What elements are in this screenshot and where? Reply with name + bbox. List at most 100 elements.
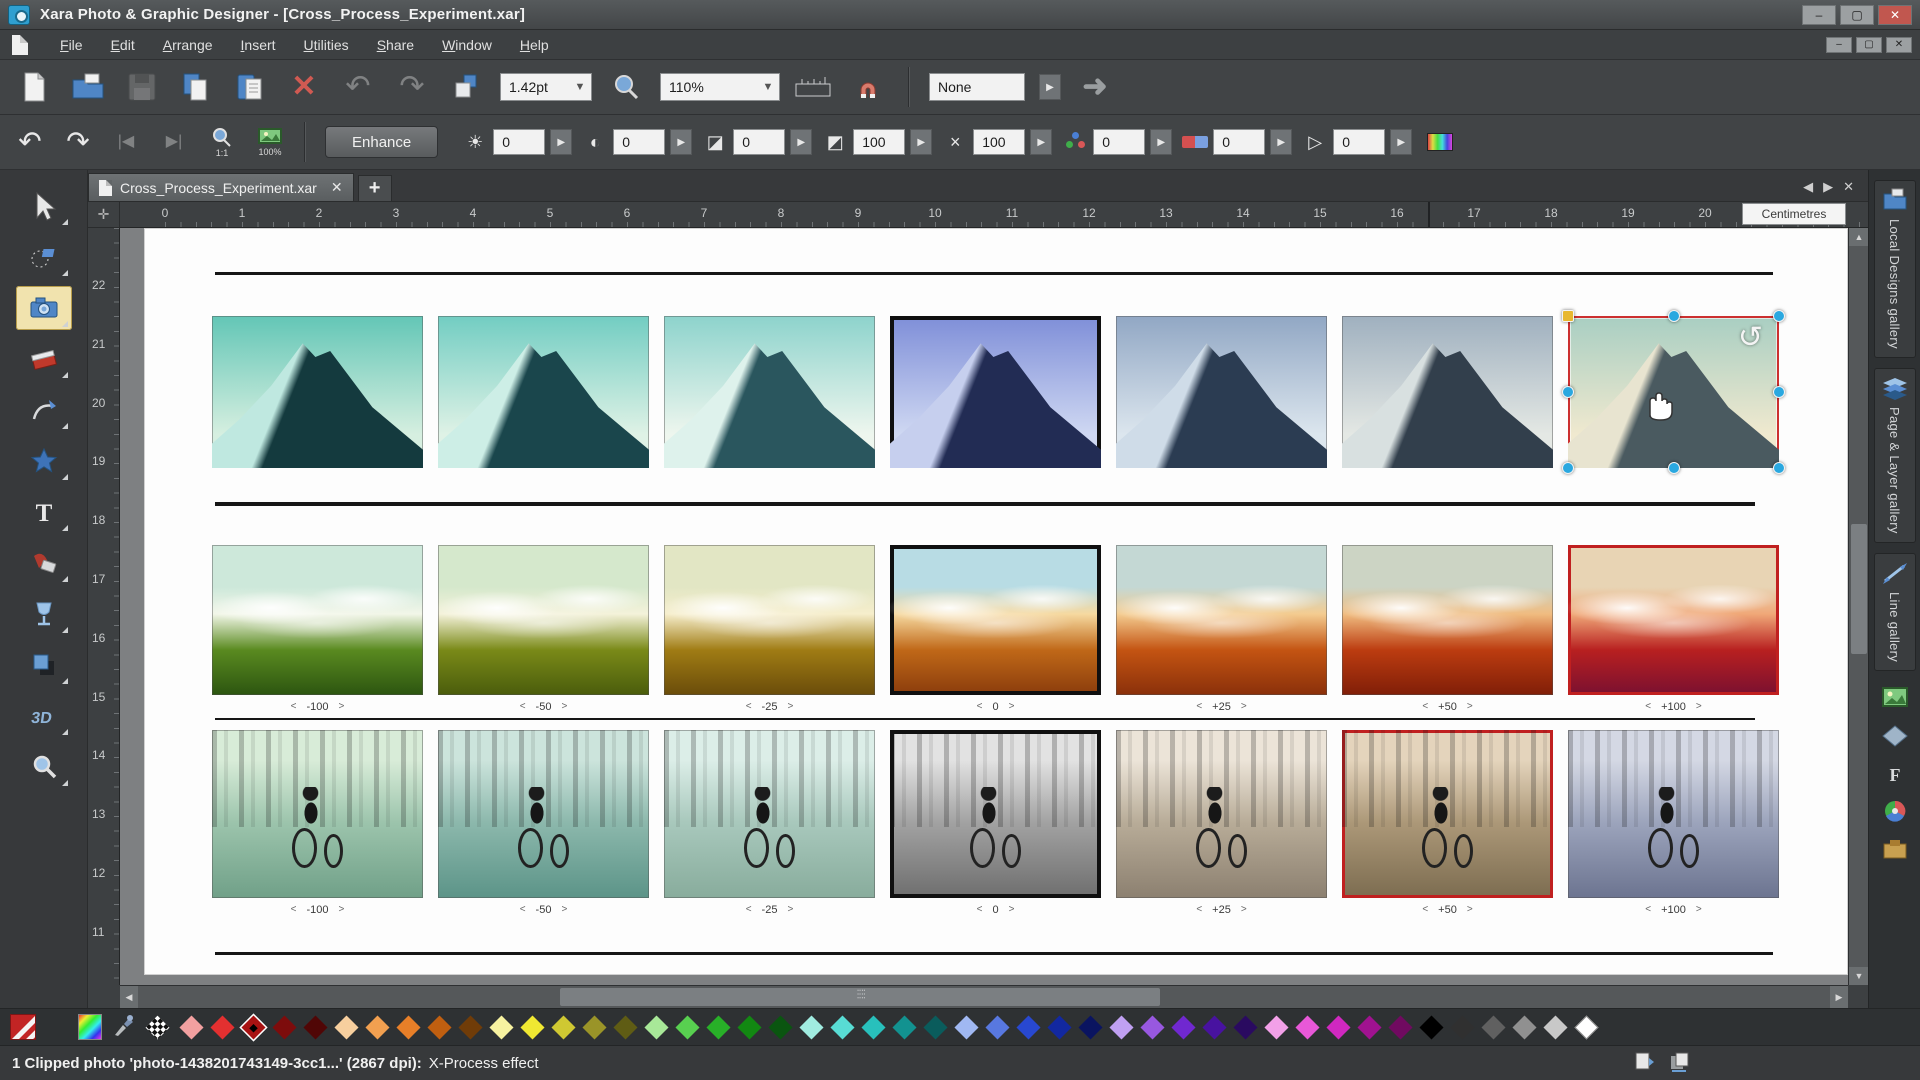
step-increase-icon[interactable]: > [561,904,567,916]
mountain-series-photo-6[interactable] [1342,316,1553,468]
menu-arrange[interactable]: Arrange [149,33,227,57]
color-swatch-c0a0f2[interactable] [1109,1015,1133,1039]
horizontal-ruler[interactable]: 01234567891011121314151617181920 [120,202,1868,228]
shadows-spinner-button[interactable]: ▶ [790,129,812,155]
step-decrease-icon[interactable]: < [1196,701,1202,713]
color-swatch-2a0a60[interactable] [1233,1015,1257,1039]
color-swatch-58dcd4[interactable] [830,1015,854,1039]
scroll-down-icon[interactable]: ▼ [1849,967,1869,985]
extrude-3d-tool[interactable]: 3D [16,694,72,738]
color-swatch-c05f10[interactable] [427,1015,451,1039]
apply-arrow-icon[interactable]: ➜ [1075,67,1115,107]
mountain-series-photo-3[interactable] [664,316,875,468]
step-decrease-icon[interactable]: < [1645,701,1651,713]
color-swatch-a0b8f2[interactable] [954,1015,978,1039]
color-swatch-5878e0[interactable] [985,1015,1009,1039]
menu-share[interactable]: Share [363,33,428,57]
step-decrease-icon[interactable]: < [977,701,983,713]
color-swatch-58d050[interactable] [675,1015,699,1039]
street-series-photo-3[interactable] [664,730,875,898]
color-swatch-7d0c0c[interactable] [272,1015,296,1039]
tab-scroll-right-icon[interactable]: ▶ [1823,179,1833,195]
selection-handle-t[interactable] [1668,310,1680,322]
step-decrease-icon[interactable]: < [291,701,297,713]
ruler-icon[interactable] [794,67,834,107]
step-increase-icon[interactable]: > [1467,701,1473,713]
step-decrease-icon[interactable]: < [1422,701,1428,713]
doc-minimize-button[interactable]: – [1826,37,1852,53]
paste-format-icon[interactable] [446,67,486,107]
zoom-tool-icon[interactable] [606,67,646,107]
photo-redo-icon[interactable]: ↷ [58,122,98,162]
step-decrease-icon[interactable]: < [1645,904,1651,916]
selection-handle-bl[interactable] [1562,462,1574,474]
brightness-value-field[interactable]: 0 [493,129,545,155]
color-swatch-000000[interactable] [1419,1015,1443,1039]
saturation-spinner-button[interactable]: ▶ [1030,129,1052,155]
color-swatch-f7f2a0[interactable] [489,1015,513,1039]
shadows-value-field[interactable]: 0 [733,129,785,155]
street-series-photo-2[interactable] [438,730,649,898]
highlights-value-field[interactable]: 100 [853,129,905,155]
saturation-value-field[interactable]: 100 [973,129,1025,155]
step-increase-icon[interactable]: > [1009,904,1015,916]
ruler-origin-icon[interactable]: ✛ [88,202,120,228]
contrast-value-field[interactable]: 0 [613,129,665,155]
stroke-style-select[interactable]: None [929,73,1025,101]
color-swatch-f7cf9e[interactable] [334,1015,358,1039]
zoom-tool[interactable] [16,745,72,789]
sunset-series-photo-7[interactable] [1568,545,1779,695]
selection-handle-tr[interactable] [1773,310,1785,322]
step-increase-icon[interactable]: > [1696,701,1702,713]
minimize-button[interactable]: – [1802,5,1836,25]
zoom-1to1-icon[interactable]: 1:1 [202,122,242,162]
color-swatch-e87f28[interactable] [396,1015,420,1039]
selection-handle-l[interactable] [1562,386,1574,398]
color-swatch-0a1460[interactable] [1078,1015,1102,1039]
color-swatch-700a60[interactable] [1388,1015,1412,1039]
previous-photo-icon[interactable]: |◀ [106,122,146,162]
enhance-button[interactable]: Enhance [325,126,438,158]
color-swatch-28c0bc[interactable] [861,1015,885,1039]
sidebar-tab-page-layer-gallery[interactable]: Page & Layer gallery [1874,368,1916,543]
scroll-up-icon[interactable]: ▲ [1849,228,1869,246]
selection-handle-r[interactable] [1773,386,1785,398]
color-swatch-a8e898[interactable] [644,1015,668,1039]
step-decrease-icon[interactable]: < [977,904,983,916]
step-decrease-icon[interactable]: < [1196,904,1202,916]
color-swatch-9a9428[interactable] [582,1015,606,1039]
no-color-swatch[interactable] [145,1015,169,1039]
rotate-handle-icon[interactable]: ↺ [1738,320,1763,355]
color-swatch-4812a0[interactable] [1202,1015,1226,1039]
menu-utilities[interactable]: Utilities [290,33,363,57]
color-balance-spinner-button[interactable]: ▶ [1150,129,1172,155]
menu-edit[interactable]: Edit [97,33,149,57]
brightness-spinner-button[interactable]: ▶ [550,129,572,155]
step-decrease-icon[interactable]: < [746,701,752,713]
flip-page-icon[interactable] [1632,1050,1656,1076]
sunset-series-photo-4[interactable] [890,545,1101,695]
street-series-photo-7[interactable] [1568,730,1779,898]
step-decrease-icon[interactable]: < [520,904,526,916]
selection-origin-handle[interactable] [1562,310,1574,322]
paste-icon[interactable] [230,67,270,107]
bitmap-gallery-icon[interactable] [1882,687,1908,709]
color-swatch-2848d0[interactable] [1016,1015,1040,1039]
eyedropper-icon[interactable] [112,1012,134,1043]
canvas-area[interactable]: ↺<-100><-50><-25><0><+25><+50><+100><-10… [120,228,1848,985]
color-swatch-d028c0[interactable] [1326,1015,1350,1039]
color-swatch-e33030[interactable] [210,1015,234,1039]
step-decrease-icon[interactable]: < [1422,904,1428,916]
fill-tool[interactable] [16,541,72,585]
tab-bar-close-icon[interactable]: ✕ [1843,179,1854,195]
step-decrease-icon[interactable]: < [291,904,297,916]
color-swatch-909090[interactable] [1512,1015,1536,1039]
color-swatch-7028d0[interactable] [1171,1015,1195,1039]
color-swatch-a01290[interactable] [1357,1015,1381,1039]
delete-icon[interactable]: ✕ [284,67,324,107]
freehand-select-tool[interactable] [16,235,72,279]
step-increase-icon[interactable]: > [561,701,567,713]
temperature-value-field[interactable]: 0 [1213,129,1265,155]
fill-gallery-icon[interactable] [1882,725,1908,747]
color-swatch-606060[interactable] [1481,1015,1505,1039]
